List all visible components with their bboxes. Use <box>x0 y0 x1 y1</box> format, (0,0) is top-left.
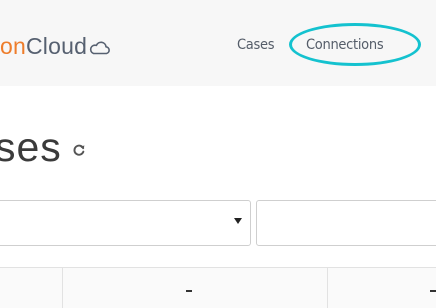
navbar: on Cloud Cases Connections <box>0 0 436 86</box>
sort-indicator-icon[interactable] <box>430 290 436 292</box>
column-divider <box>327 268 328 308</box>
nav-link-connections[interactable]: Connections <box>306 34 384 56</box>
filter-select[interactable] <box>0 200 251 246</box>
caret-down-icon <box>234 218 242 224</box>
cloud-icon <box>89 33 111 55</box>
refresh-icon[interactable] <box>72 143 86 157</box>
table-header <box>0 267 436 308</box>
column-divider <box>62 268 63 308</box>
page-title-text: ses <box>0 124 62 170</box>
brand-logo[interactable]: on Cloud <box>0 31 111 61</box>
filter-input[interactable] <box>256 200 436 246</box>
page-title: ses <box>0 122 86 172</box>
brand-main-text: Cloud <box>25 33 88 59</box>
brand-accent-text: on <box>0 33 26 59</box>
nav-link-cases[interactable]: Cases <box>237 34 275 56</box>
sort-indicator-icon[interactable] <box>186 290 192 292</box>
